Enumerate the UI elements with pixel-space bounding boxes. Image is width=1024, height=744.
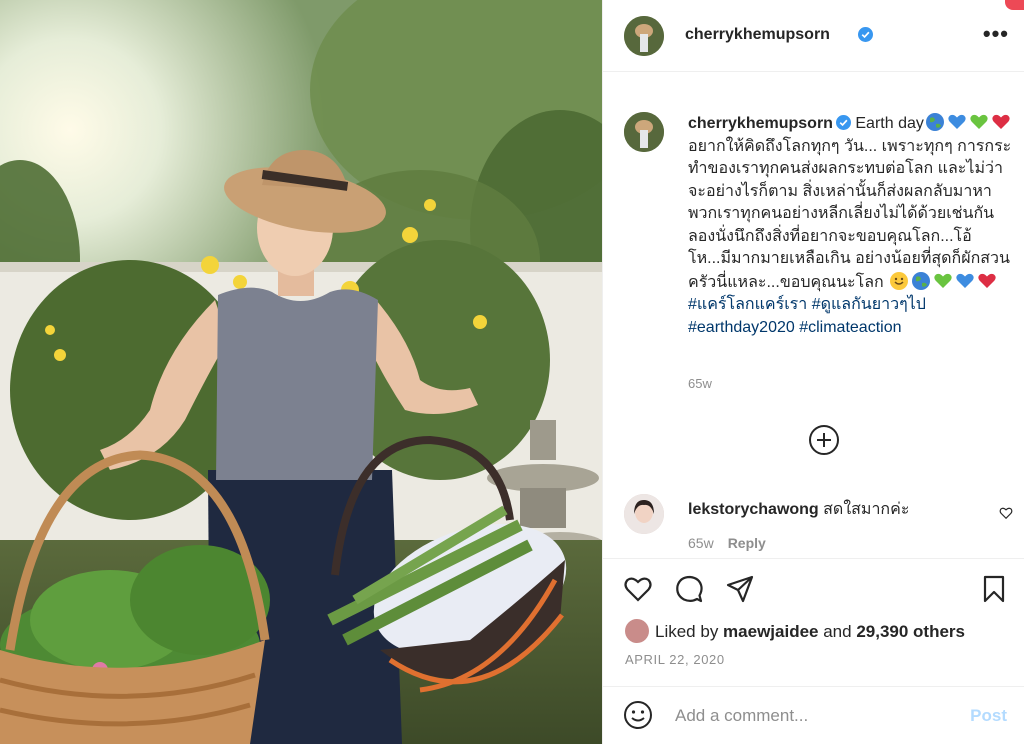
verified-badge-icon [855, 27, 873, 45]
caption-text: cherrykhemupsorn Earth day อยากให้คิดถึง… [688, 112, 1014, 339]
hashtag-link[interactable]: #ดูแลกันยาวๆไป [812, 296, 926, 313]
comment-input[interactable] [675, 701, 935, 731]
hashtag-link[interactable]: #earthday2020 [688, 319, 795, 336]
commenter-avatar[interactable] [624, 494, 664, 534]
green-heart-emoji-icon [970, 114, 988, 129]
load-more-comments-icon[interactable] [808, 424, 840, 456]
hashtag-link[interactable]: #climateaction [799, 319, 901, 336]
verified-badge-icon [835, 115, 851, 130]
like-heart-icon[interactable] [623, 574, 653, 604]
hashtag-link[interactable]: #แคร์โลกแคร์เรา [688, 296, 807, 313]
caption-text-part-1: Earth day [850, 115, 924, 132]
comment-meta: 65w Reply [688, 535, 766, 551]
post-comment-button[interactable]: Post [970, 706, 1007, 726]
author-username[interactable]: cherrykhemupsorn [685, 26, 830, 44]
likes-prefix: Liked by [655, 622, 724, 641]
caption-username[interactable]: cherrykhemupsorn [688, 115, 833, 132]
post-header: cherrykhemupsorn ••• [603, 0, 1024, 72]
comment-timestamp[interactable]: 65w [688, 535, 714, 551]
caption-author-avatar[interactable] [624, 112, 664, 152]
hugging-face-emoji-icon [890, 271, 909, 290]
liker-username[interactable]: maewjaidee [723, 622, 818, 641]
add-comment-bar: Post [603, 686, 1024, 744]
caption-text-part-2: อยากให้คิดถึงโลกทุกๆ วัน... เพราะทุกๆ กา… [688, 137, 1012, 291]
reply-button[interactable]: Reply [728, 535, 766, 551]
emoji-picker-icon[interactable] [623, 700, 653, 730]
garden-photo-image [0, 0, 602, 744]
likes-middle: and [818, 622, 857, 641]
avatar-image [624, 112, 664, 152]
green-heart-emoji-icon [934, 273, 952, 288]
blue-heart-emoji-icon [948, 114, 966, 129]
post-actions: Liked by maewjaidee and 29,390 others AP… [603, 558, 1024, 696]
avatar-image [624, 16, 664, 56]
red-heart-emoji-icon [992, 114, 1010, 129]
likes-count[interactable]: 29,390 others [856, 622, 965, 641]
liker-avatar[interactable] [625, 619, 649, 643]
like-comment-heart-icon[interactable] [999, 506, 1013, 520]
post-photo[interactable] [0, 0, 602, 744]
commenter-username[interactable]: lekstorychawong [688, 501, 819, 518]
globe-emoji-icon [925, 113, 944, 131]
comment-bubble-icon[interactable] [674, 574, 704, 604]
comment-body: สดใสมากค่ะ [823, 501, 910, 518]
more-options-icon[interactable]: ••• [983, 23, 1009, 45]
save-bookmark-icon[interactable] [979, 574, 1009, 604]
likes-summary: Liked by maewjaidee and 29,390 others [625, 619, 965, 643]
red-heart-emoji-icon [978, 273, 996, 288]
notification-indicator [1005, 0, 1024, 10]
comment-text: lekstorychawong สดใสมากค่ะ [688, 497, 909, 522]
caption-timestamp[interactable]: 65w [688, 376, 712, 391]
globe-emoji-icon [912, 271, 931, 290]
avatar-image [624, 494, 664, 534]
share-paper-plane-icon[interactable] [725, 574, 755, 604]
author-avatar[interactable] [624, 16, 664, 56]
post-date[interactable]: APRIL 22, 2020 [625, 652, 725, 667]
post-side-panel: cherrykhemupsorn ••• cherrykhemupsorn Ea… [602, 0, 1024, 744]
blue-heart-emoji-icon [956, 273, 974, 288]
